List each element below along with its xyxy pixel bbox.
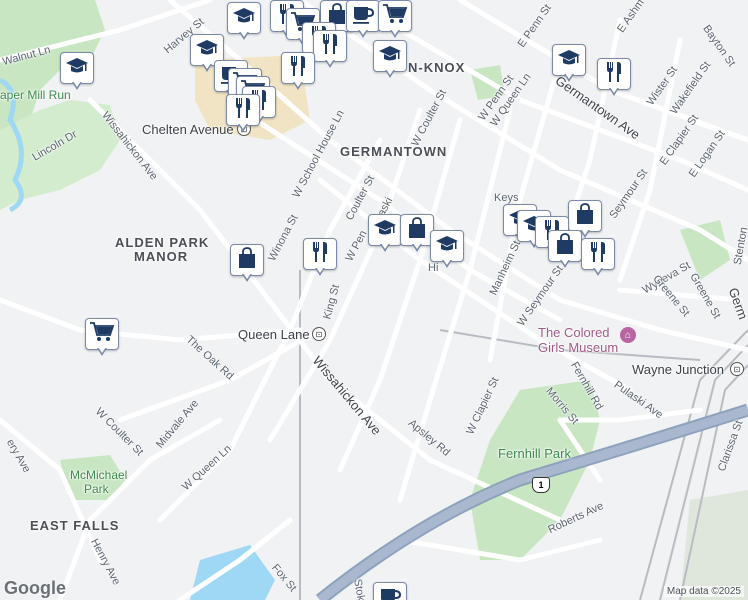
- map-marker[interactable]: [303, 238, 337, 278]
- park-label-mcmichael: McMichael: [70, 468, 128, 482]
- map-marker[interactable]: [581, 238, 615, 278]
- station-label-chelten-avenue: Chelten Avenue: [142, 122, 234, 137]
- train-station-icon[interactable]: ⊡: [730, 362, 744, 376]
- google-logo[interactable]: Google: [4, 578, 66, 599]
- cafe-icon: [351, 3, 375, 30]
- map-marker[interactable]: [548, 230, 582, 270]
- map-marker[interactable]: [226, 94, 260, 134]
- map-marker[interactable]: [313, 30, 347, 70]
- restaurant-icon: [319, 32, 341, 61]
- museum-icon[interactable]: ⌂: [620, 327, 636, 343]
- shopping-icon: [237, 246, 257, 275]
- school-icon: [378, 44, 402, 69]
- map-marker[interactable]: [597, 58, 631, 98]
- map-marker[interactable]: [373, 40, 407, 80]
- train-station-icon[interactable]: ⊡: [312, 327, 326, 341]
- area-label-alden-park: ALDEN PARK: [115, 235, 210, 250]
- park-label-fernhill: Fernhill Park: [498, 446, 571, 461]
- map-marker[interactable]: [85, 318, 119, 358]
- map-marker[interactable]: [373, 582, 407, 600]
- school-icon: [195, 38, 219, 63]
- school-icon: [232, 6, 256, 31]
- grocery-icon: [89, 321, 115, 348]
- area-label-east-falls: EAST FALLS: [30, 518, 120, 533]
- map-marker[interactable]: [60, 52, 94, 92]
- poi-label-colored-girls-2: Girls Museum: [538, 340, 619, 355]
- map-marker[interactable]: [227, 2, 261, 42]
- shopping-icon: [575, 202, 595, 231]
- route-shield: 1: [532, 477, 550, 493]
- map-marker[interactable]: [552, 44, 586, 84]
- school-icon: [373, 218, 397, 243]
- grocery-icon: [382, 3, 408, 30]
- cafe-icon: [378, 585, 402, 600]
- school-icon: [65, 56, 89, 81]
- map-marker[interactable]: [281, 52, 315, 92]
- restaurant-icon: [232, 96, 254, 125]
- school-icon: [557, 48, 581, 73]
- park-label-park: Park: [84, 482, 109, 496]
- shopping-icon: [555, 232, 575, 261]
- restaurant-icon: [603, 60, 625, 89]
- map-marker[interactable]: [400, 214, 434, 254]
- restaurant-icon: [287, 54, 309, 83]
- shopping-icon: [407, 216, 427, 245]
- street-label: Keys: [494, 192, 519, 204]
- restaurant-icon: [587, 240, 609, 269]
- station-label-queen-lane: Queen Lane: [238, 327, 310, 342]
- school-icon: [435, 234, 459, 259]
- map-canvas[interactable]: GERMANTOWN ALDEN PARK MANOR EAST FALLS N…: [0, 0, 748, 600]
- restaurant-icon: [309, 240, 331, 269]
- map-marker[interactable]: [346, 0, 380, 40]
- poi-label-colored-girls-1: The Colored: [538, 325, 610, 340]
- map-base-layer: [0, 0, 748, 600]
- area-label-germantown: GERMANTOWN: [340, 144, 448, 159]
- map-marker[interactable]: [368, 214, 402, 254]
- map-marker[interactable]: [378, 0, 412, 40]
- area-label-knox: N-KNOX: [408, 60, 466, 75]
- map-attribution[interactable]: Map data ©2025: [663, 586, 744, 597]
- station-label-wayne-junction: Wayne Junction: [632, 362, 725, 377]
- map-marker[interactable]: [430, 230, 464, 270]
- area-label-manor: MANOR: [134, 249, 189, 264]
- map-marker[interactable]: [230, 244, 264, 284]
